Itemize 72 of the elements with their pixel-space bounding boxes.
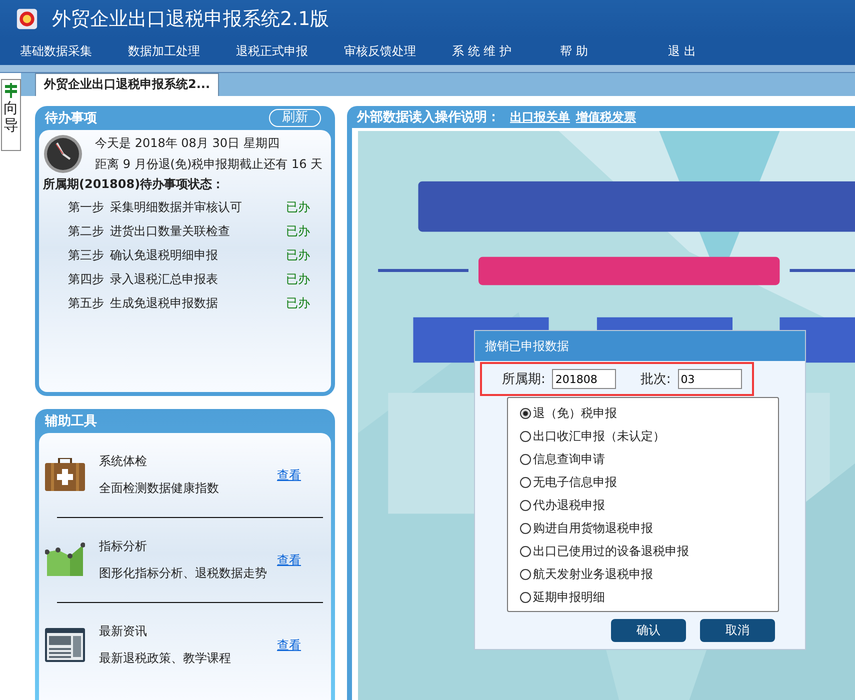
step-task: 进货出口数量关联检查 (110, 222, 231, 240)
menu-item[interactable]: 审核反馈处理 (336, 41, 444, 62)
tool-description: 全面检测数据健康指数 (99, 480, 220, 497)
step-label: 第二步 (68, 222, 105, 240)
tab[interactable]: 外贸企业出口退税申报系统2... (35, 73, 220, 96)
view-link[interactable]: 查看 (277, 636, 301, 654)
radio-option[interactable]: 代办退税申报 (520, 494, 778, 517)
tool-name: 指标分析 (99, 538, 148, 555)
radio-button[interactable] (520, 477, 531, 488)
radio-option[interactable]: 航天发射业务退税申报 (520, 563, 778, 586)
step-status: 已办 (286, 198, 310, 216)
radio-option[interactable]: 购进自用货物退税申报 (520, 517, 778, 540)
tool-description: 最新退税政策、教学课程 (99, 650, 232, 667)
radio-option[interactable]: 出口收汇申报（未认定） (520, 425, 778, 448)
view-link[interactable]: 查看 (277, 466, 301, 484)
radio-option[interactable]: 信息查询申请 (520, 448, 778, 471)
radio-button[interactable] (520, 523, 531, 534)
dialog-button[interactable]: 确认 (611, 619, 686, 642)
radio-option[interactable]: 无电子信息申报 (520, 471, 778, 494)
chart-icon (45, 542, 85, 578)
side-tab-label: 向导 (4, 100, 18, 133)
browser-window-icon (45, 628, 85, 662)
panel-title: 待办事项 (45, 110, 97, 127)
clock-icon (43, 134, 83, 174)
dialog-button[interactable]: 取消 (700, 619, 775, 642)
step-label: 第四步 (68, 270, 105, 288)
step-task: 生成免退税申报数据 (110, 294, 219, 312)
step-task: 录入退税汇总申报表 (110, 270, 219, 288)
radio-option[interactable]: 出口已使用过的设备退税申报 (520, 540, 778, 563)
step-task: 确认免退税明细申报 (110, 246, 219, 264)
step-status: 已办 (286, 294, 310, 312)
panel-title: 辅助工具 (45, 413, 97, 430)
menu-item[interactable]: 数据加工处理 (120, 41, 228, 62)
date-text: 今天是 2018年 08月 30日 星期四 (95, 135, 280, 152)
batch-field[interactable]: 03 (678, 369, 742, 389)
step-label: 第五步 (68, 294, 105, 312)
menu-item[interactable]: 系 统 维 护 (444, 41, 552, 62)
tool-name: 系统体检 (99, 453, 148, 470)
period-field[interactable]: 201808 (552, 369, 616, 389)
radio-button[interactable] (520, 454, 531, 465)
radio-button[interactable] (520, 408, 531, 419)
radio-button[interactable] (520, 592, 531, 603)
step-status: 已办 (286, 270, 310, 288)
panel-title: 外部数据读入操作说明： (357, 108, 500, 126)
tool-description: 图形化指标分析、退税数据走势 (99, 565, 268, 582)
radio-button[interactable] (520, 500, 531, 511)
window-title: 外贸企业出口退税申报系统2.1版 (52, 7, 330, 32)
side-tab[interactable]: 向导 (1, 79, 21, 151)
tool-name: 最新资讯 (99, 623, 148, 640)
app-logo-icon (16, 8, 38, 30)
menu-item[interactable]: 帮 助 (552, 41, 660, 62)
radio-option[interactable]: 退（免）税申报 (520, 402, 778, 425)
deadline-text: 距离 9 月份退(免)税申报期截止还有 16 天 (95, 156, 323, 173)
radio-button[interactable] (520, 431, 531, 442)
menu-item[interactable]: 退 出 (660, 41, 768, 62)
status-heading: 所属期(201808)待办事项状态： (43, 176, 226, 193)
step-label: 第一步 (68, 198, 105, 216)
radio-button[interactable] (520, 569, 531, 580)
radio-option[interactable]: 延期申报明细 (520, 586, 778, 609)
menu-item[interactable]: 退税正式申报 (228, 41, 336, 62)
menu-item[interactable]: 基础数据采集 (12, 41, 120, 62)
field-label: 所属期: (502, 371, 546, 388)
step-task: 采集明细数据并审核认可 (110, 198, 243, 216)
step-label: 第三步 (68, 246, 105, 264)
radio-button[interactable] (520, 546, 531, 557)
view-link[interactable]: 查看 (277, 552, 301, 568)
signpost-icon (4, 82, 18, 98)
step-status: 已办 (286, 222, 310, 240)
field-label: 批次: (640, 371, 671, 388)
dialog-title: 撤销已申报数据 (485, 338, 569, 355)
step-status: 已办 (286, 246, 310, 264)
first-aid-kit-icon (45, 458, 85, 492)
